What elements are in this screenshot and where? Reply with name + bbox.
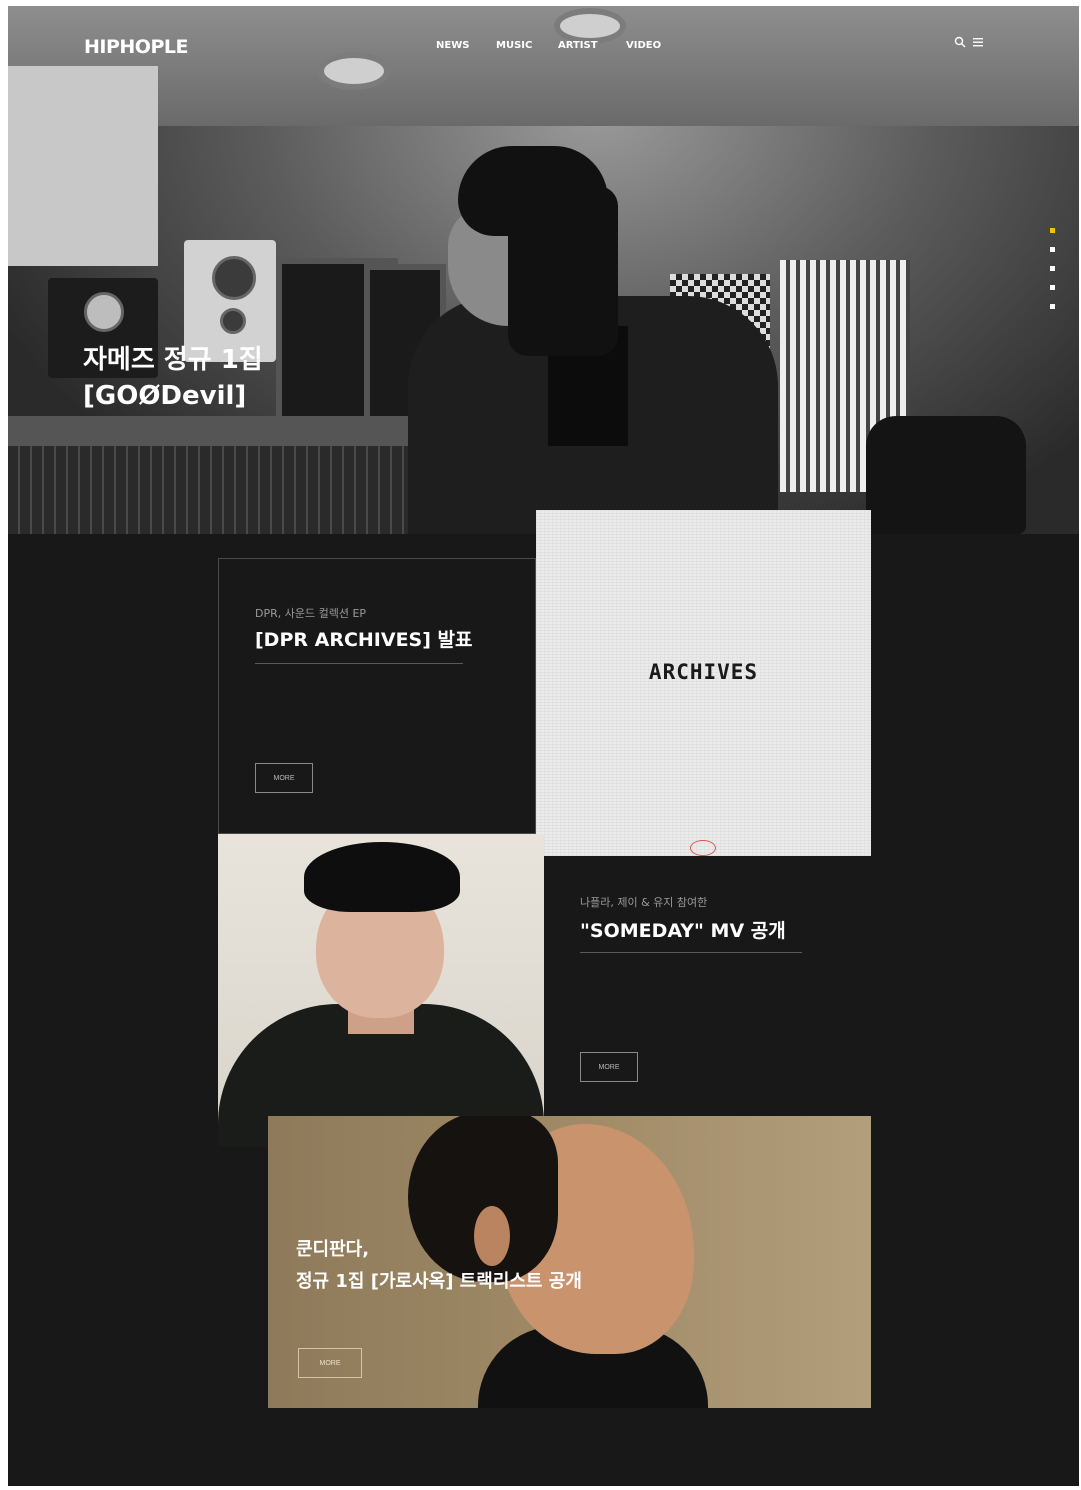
slide-indicator-3[interactable] xyxy=(1050,266,1055,271)
site-logo[interactable]: HIPHOPLE xyxy=(84,36,188,58)
more-button[interactable]: MORE xyxy=(580,1052,638,1082)
slide-indicator-1[interactable] xyxy=(1050,228,1055,233)
hero-banner[interactable]: HIPHOPLE NEWS MUSIC ARTIST VIDEO 자메즈 정규 … xyxy=(8,6,1079,534)
slide-indicators xyxy=(1050,228,1056,323)
news-card-dpr[interactable]: DPR, 사운드 컬렉션 EP [DPR ARCHIVES] 발표 MORE xyxy=(218,558,536,834)
hero-title[interactable]: 자메즈 정규 1집 [GOØDevil] xyxy=(83,342,263,414)
hero-title-line1: 자메즈 정규 1집 xyxy=(83,345,263,375)
card-eyebrow: 나플라, 제이 & 유지 참여한 xyxy=(580,896,708,909)
red-stamp xyxy=(690,840,716,856)
more-button[interactable]: MORE xyxy=(255,763,313,793)
card-eyebrow: DPR, 사운드 컬렉션 EP xyxy=(255,607,367,620)
card-title-line1: 쿤디판다, xyxy=(296,1239,370,1260)
slide-indicator-2[interactable] xyxy=(1050,247,1055,252)
archives-cover-image[interactable]: ARCHIVES xyxy=(536,510,871,856)
hamburger-icon[interactable] xyxy=(972,36,984,51)
slide-indicator-4[interactable] xyxy=(1050,285,1055,290)
artist-portrait-nafla[interactable] xyxy=(218,834,544,1146)
card-divider xyxy=(255,663,463,664)
nav-item-video[interactable]: VIDEO xyxy=(626,40,661,51)
card-divider xyxy=(580,952,802,953)
card-title[interactable]: [DPR ARCHIVES] 발표 xyxy=(255,625,473,652)
more-button[interactable]: MORE xyxy=(298,1348,362,1378)
artist-photo xyxy=(398,146,778,534)
hero-title-line2: [GOØDevil] xyxy=(83,381,247,411)
archives-wordmark: ARCHIVES xyxy=(648,660,759,684)
page-frame: HIPHOPLE NEWS MUSIC ARTIST VIDEO 자메즈 정규 … xyxy=(8,6,1079,1486)
card-title[interactable]: "SOMEDAY" MV 공개 xyxy=(580,916,786,943)
card-title-line2: 정규 1집 [가로사옥] 트랙리스트 공개 xyxy=(296,1271,582,1292)
nav-item-news[interactable]: NEWS xyxy=(436,40,469,51)
nav-item-artist[interactable]: ARTIST xyxy=(558,40,598,51)
top-navigation: HIPHOPLE NEWS MUSIC ARTIST VIDEO xyxy=(8,6,1079,86)
studio-chair xyxy=(866,416,1026,534)
news-card-someday[interactable]: 나플라, 제이 & 유지 참여한 "SOMEDAY" MV 공개 MORE xyxy=(544,856,871,1116)
card-title[interactable]: 쿤디판다, 정규 1집 [가로사옥] 트랙리스트 공개 xyxy=(296,1234,582,1298)
wall-panel xyxy=(8,66,158,266)
search-icon[interactable] xyxy=(954,36,966,51)
slide-indicator-5[interactable] xyxy=(1050,304,1055,309)
nav-item-music[interactable]: MUSIC xyxy=(496,40,532,51)
portrait-hair xyxy=(304,842,460,912)
